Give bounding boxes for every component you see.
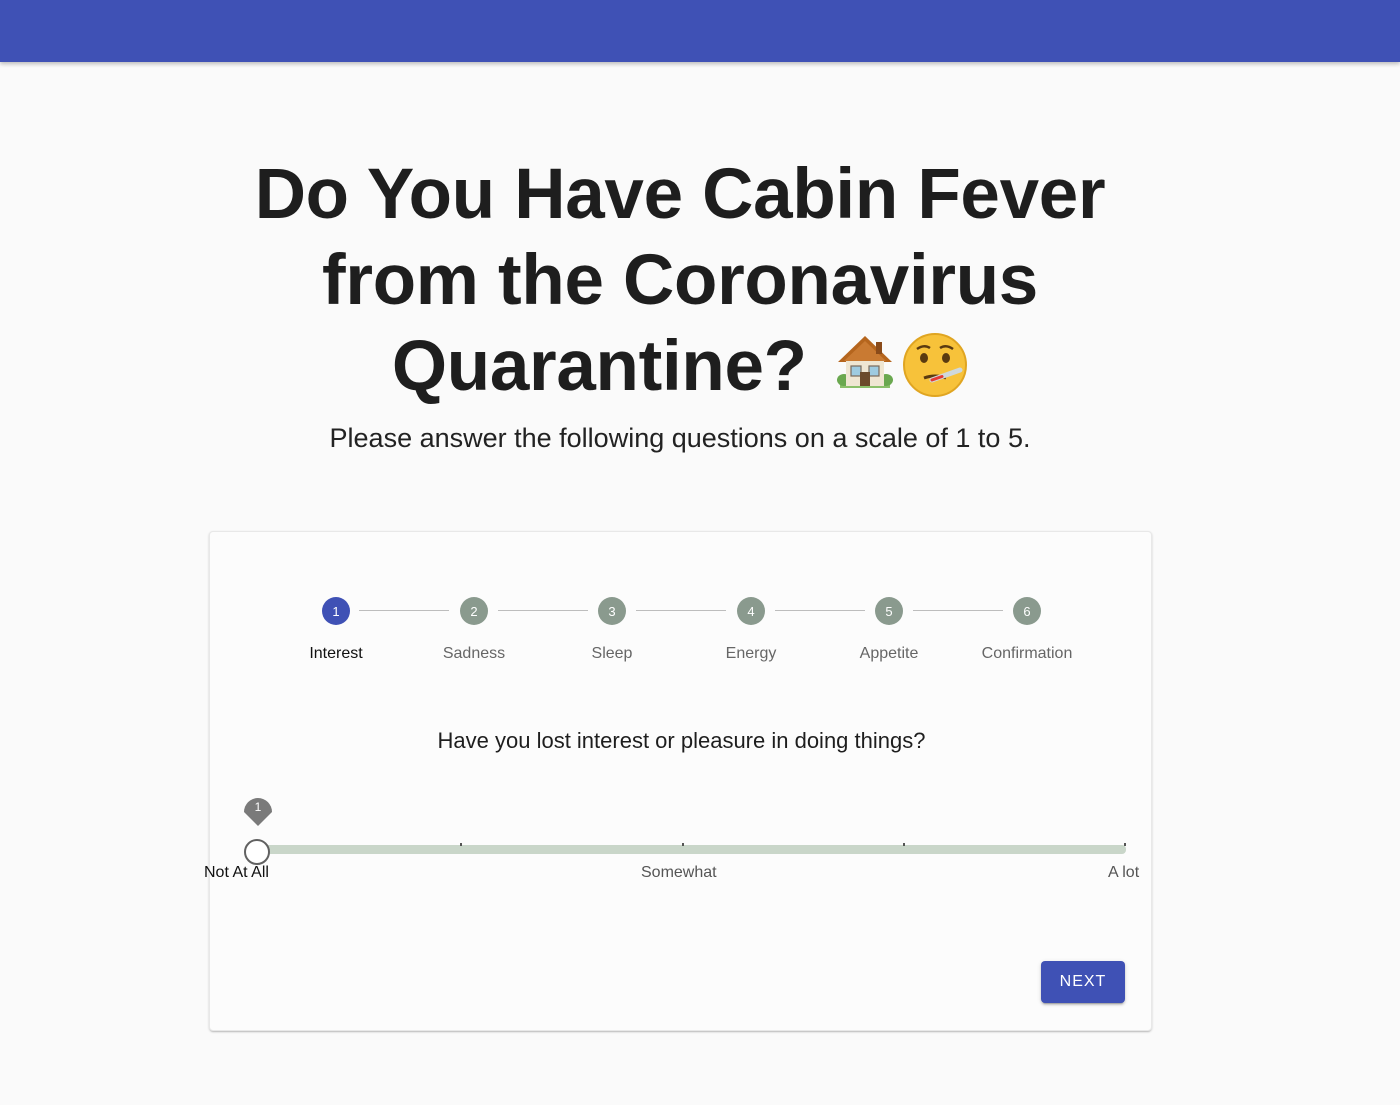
- step-sadness[interactable]: 2 Sadness: [404, 597, 544, 663]
- step-label: Sadness: [442, 645, 506, 662]
- step-circle: 5: [875, 597, 903, 625]
- app-bar: [0, 0, 1400, 62]
- step-number: 1: [332, 603, 340, 619]
- slider-value-label: 1: [254, 800, 262, 814]
- step-sleep[interactable]: 3 Sleep: [542, 597, 682, 663]
- slider-tick: [903, 843, 905, 846]
- step-number: 4: [747, 603, 755, 619]
- slider-track[interactable]: [246, 845, 1126, 854]
- slider-tick: [682, 843, 684, 846]
- face-with-thermometer-icon: [903, 333, 968, 397]
- step-interest[interactable]: 1 Interest: [266, 597, 406, 663]
- step-label: Confirmation: [981, 645, 1073, 662]
- question-text: Have you lost interest or pleasure in do…: [437, 728, 926, 753]
- page-title-text: Do You Have Cabin Fever from the Coronav…: [254, 155, 1106, 406]
- title-emoji-group: [834, 332, 968, 398]
- step-number: 2: [470, 603, 478, 619]
- slider-tick: [460, 843, 462, 846]
- stepper: 1 Interest 2 Sadness 3 Sleep 4 Energy 5: [210, 532, 1153, 692]
- step-circle: 2: [460, 597, 488, 625]
- step-number: 3: [608, 603, 616, 619]
- step-energy[interactable]: 4 Energy: [681, 597, 821, 663]
- next-button[interactable]: NEXT: [1041, 961, 1125, 1003]
- slider-thumb[interactable]: [244, 839, 270, 865]
- step-confirmation[interactable]: 6 Confirmation: [957, 597, 1097, 663]
- step-circle: 1: [322, 597, 350, 625]
- slider-tick: [1124, 843, 1126, 846]
- step-label: Energy: [725, 645, 777, 662]
- step-number: 5: [885, 603, 893, 619]
- step-number: 6: [1023, 603, 1031, 619]
- step-label: Appetite: [859, 645, 919, 662]
- slider-mark-mid: Somewhat: [641, 864, 717, 881]
- step-circle: 3: [598, 597, 626, 625]
- page-subtitle: Please answer the following questions on…: [329, 423, 1031, 453]
- questionnaire-card: 1 Interest 2 Sadness 3 Sleep 4 Energy 5: [204, 531, 1153, 1031]
- step-circle: 4: [737, 597, 765, 625]
- slider-mark-high: A lot: [1108, 864, 1140, 881]
- slider-mark-low: Not At All: [204, 864, 269, 881]
- step-label: Interest: [309, 645, 363, 662]
- page-title: Do You Have Cabin Fever from the Coronav…: [200, 152, 1160, 410]
- step-label: Sleep: [591, 645, 633, 662]
- step-appetite[interactable]: 5 Appetite: [819, 597, 959, 663]
- house-with-garden-icon: [837, 336, 894, 388]
- step-circle: 6: [1013, 597, 1041, 625]
